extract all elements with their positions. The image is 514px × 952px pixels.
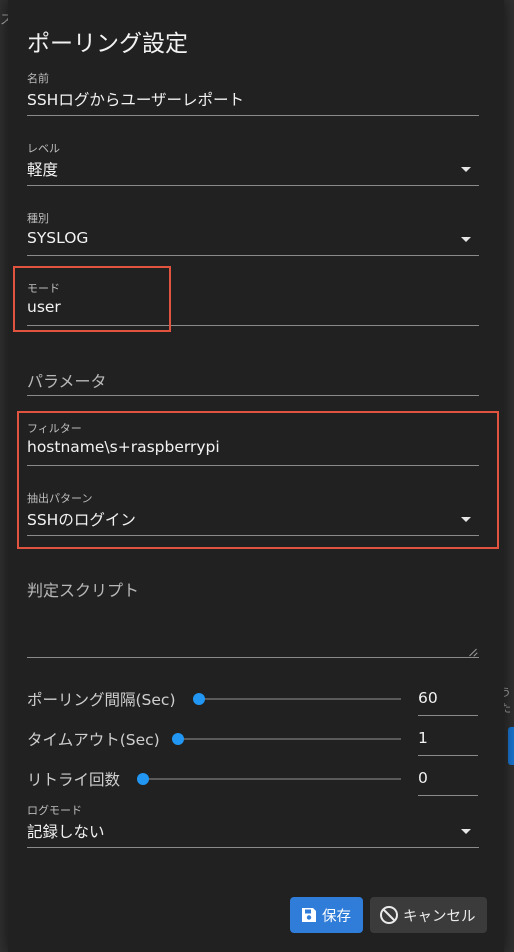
log-mode-label: ログモード [27,804,82,817]
caret-down-icon[interactable] [461,237,471,242]
cancel-button[interactable]: キャンセル [370,897,487,933]
level-value[interactable]: 軽度 [27,158,58,180]
name-field[interactable]: 名前 SSHログからユーザーレポート [27,68,479,118]
caret-down-icon[interactable] [461,167,471,172]
type-underline [27,255,479,256]
script-underline [27,657,479,658]
caret-down-icon[interactable] [461,829,471,834]
log-mode-underline [27,847,479,848]
params-field[interactable]: パラメータ [27,348,479,398]
save-button-label: 保存 [322,908,351,925]
background-button-edge [508,727,514,765]
resize-handle-icon[interactable] [469,648,477,656]
retry-count-underline [418,795,478,796]
background-panel-right [504,0,514,952]
timeout-label: タイムアウト(Sec) [27,731,160,749]
level-underline [27,185,479,186]
timeout-track[interactable] [178,738,401,740]
timeout-thumb[interactable] [172,733,184,745]
name-underline [27,115,479,116]
timeout-row: タイムアウト(Sec) 1 [27,719,479,759]
name-input[interactable]: SSHログからユーザーレポート [27,88,244,110]
retry-count-row: リトライ回数 0 [27,759,479,799]
retry-count-label: リトライ回数 [27,771,121,789]
params-underline [27,395,479,396]
retry-count-track[interactable] [143,778,401,780]
type-value[interactable]: SYSLOG [27,229,88,247]
polling-interval-track[interactable] [199,698,401,700]
floppy-disk-icon [302,908,316,922]
polling-interval-thumb[interactable] [193,693,205,705]
polling-interval-underline [418,715,478,716]
log-mode-select[interactable]: ログモード 記録しない [27,800,479,850]
retry-count-thumb[interactable] [137,773,149,785]
cancel-button-label: キャンセル [403,908,476,925]
level-label: レベル [27,142,60,155]
retry-count-input[interactable]: 0 [418,769,428,787]
type-select[interactable]: 種別 SYSLOG [27,208,479,258]
polling-interval-label: ポーリング間隔(Sec) [27,691,176,709]
script-textarea[interactable]: 判定スクリプト [27,568,479,660]
params-input[interactable]: パラメータ [27,368,107,392]
filter-highlight-box [17,411,499,549]
name-label: 名前 [27,72,49,85]
log-mode-value[interactable]: 記録しない [27,820,105,842]
polling-interval-row: ポーリング間隔(Sec) 60 [27,679,479,719]
timeout-underline [418,755,478,756]
cancel-circle-icon [380,906,398,924]
dialog-title: ポーリング設定 [27,31,188,57]
type-label: 種別 [27,212,49,225]
polling-interval-input[interactable]: 60 [418,689,438,707]
polling-settings-dialog: ポーリング設定 名前 SSHログからユーザーレポート レベル 軽度 種別 SYS… [8,0,504,952]
background-panel-left [0,0,8,952]
level-select[interactable]: レベル 軽度 [27,138,479,188]
script-placeholder[interactable]: 判定スクリプト [27,577,139,601]
mode-highlight-box [13,266,171,332]
save-button[interactable]: 保存 [290,897,363,933]
timeout-input[interactable]: 1 [418,729,428,747]
